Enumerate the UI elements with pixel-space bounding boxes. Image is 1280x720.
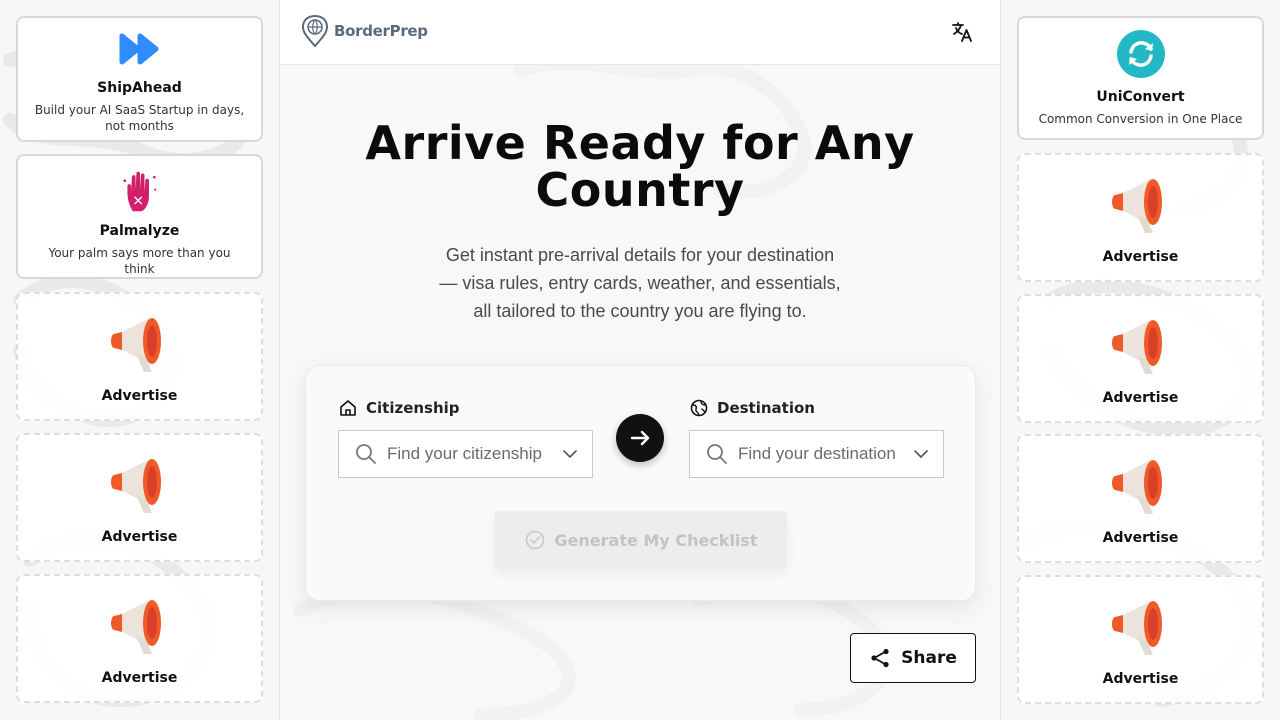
citizenship-combobox[interactable] <box>338 430 593 478</box>
ad-title: Advertise <box>101 670 178 686</box>
citizenship-label: Citizenship <box>338 396 593 420</box>
megaphone-icon <box>1111 320 1162 374</box>
refresh-icon <box>1116 30 1165 78</box>
advertise-slot[interactable]: Advertise <box>1017 575 1264 704</box>
megaphone-icon <box>110 600 161 654</box>
ad-card-uniconvert[interactable]: UniConvert Common Conversion in One Plac… <box>1017 16 1264 140</box>
top-bar: BorderPrep <box>280 0 1000 65</box>
advertise-slot[interactable]: Advertise <box>16 292 263 421</box>
ad-title: Advertise <box>1102 671 1179 687</box>
destination-label: Destination <box>689 396 944 420</box>
ad-subtitle: Build your AI SaaS Startup in days, not … <box>34 103 245 133</box>
megaphone-icon <box>1111 179 1162 233</box>
citizenship-input[interactable] <box>387 444 552 464</box>
palm-hand-icon <box>122 171 156 212</box>
globe-icon <box>690 399 708 417</box>
search-icon <box>707 444 727 464</box>
ad-title: Advertise <box>101 388 178 404</box>
advertise-slot[interactable]: Advertise <box>16 433 263 562</box>
generate-checklist-button[interactable]: Generate My Checklist <box>495 511 787 569</box>
share-button[interactable]: Share <box>850 633 976 683</box>
app-logo[interactable]: BorderPrep <box>300 14 428 48</box>
citizenship-label-text: Citizenship <box>366 399 460 417</box>
ad-title: Advertise <box>1102 390 1179 406</box>
megaphone-icon <box>110 459 161 513</box>
ad-card-shipahead[interactable]: ShipAhead Build your AI SaaS Startup in … <box>16 16 263 142</box>
translate-icon[interactable] <box>950 20 974 44</box>
hero-subtitle-line: — visa rules, entry cards, weather, and … <box>439 273 841 293</box>
advertise-slot[interactable]: Advertise <box>16 574 263 703</box>
megaphone-icon <box>1111 601 1162 655</box>
ad-title: ShipAhead <box>97 80 182 96</box>
destination-combobox[interactable] <box>689 430 944 478</box>
hero-title: Arrive Ready for Any Country <box>280 120 1000 214</box>
ad-title: Advertise <box>101 529 178 545</box>
chevron-down-icon[interactable] <box>913 446 929 462</box>
hero-subtitle-line: all tailored to the country you are flyi… <box>473 301 807 321</box>
checklist-form: Citizenship Find your citizenship Destin… <box>305 365 976 601</box>
ad-subtitle: Your palm says more than you think <box>48 246 231 276</box>
chevron-down-icon[interactable] <box>562 446 578 462</box>
megaphone-icon <box>110 318 161 372</box>
hero-subtitle: Get instant pre-arrival details for your… <box>410 241 870 325</box>
ad-title: Advertise <box>1102 249 1179 265</box>
arrow-right-icon <box>630 430 650 446</box>
citizenship-field: Citizenship <box>338 396 593 478</box>
megaphone-icon <box>1111 460 1162 514</box>
advertise-slot[interactable]: Advertise <box>1017 434 1264 563</box>
destination-field: Destination <box>689 396 944 478</box>
main-content: BorderPrep Arrive Ready for Any Country … <box>279 0 1001 720</box>
swap-direction-button[interactable] <box>616 414 664 462</box>
hero-title-line: Country <box>535 163 745 217</box>
search-icon <box>356 444 376 464</box>
destination-label-text: Destination <box>717 399 815 417</box>
share-label: Share <box>901 648 957 668</box>
hero-subtitle-line: Get instant pre-arrival details for your… <box>445 245 835 265</box>
advertise-slot[interactable]: Advertise <box>1017 153 1264 282</box>
ad-title: UniConvert <box>1096 89 1185 105</box>
ad-title: Advertise <box>1102 530 1179 546</box>
hero-title-line: Arrive Ready for Any <box>365 116 915 170</box>
check-circle-icon <box>526 530 545 550</box>
home-icon <box>340 400 356 416</box>
ad-subtitle: Common Conversion in One Place <box>1038 112 1243 126</box>
generate-checklist-label: Generate My Checklist <box>554 530 758 550</box>
app-name: BorderPrep <box>334 22 428 40</box>
destination-input[interactable] <box>738 444 903 464</box>
ad-title: Palmalyze <box>99 223 180 239</box>
globe-pin-icon <box>301 14 329 48</box>
share-icon <box>871 648 889 668</box>
fast-forward-icon <box>119 33 158 65</box>
ad-card-palmalyze[interactable]: Palmalyze Your palm says more than you t… <box>16 154 263 279</box>
advertise-slot[interactable]: Advertise <box>1017 294 1264 423</box>
